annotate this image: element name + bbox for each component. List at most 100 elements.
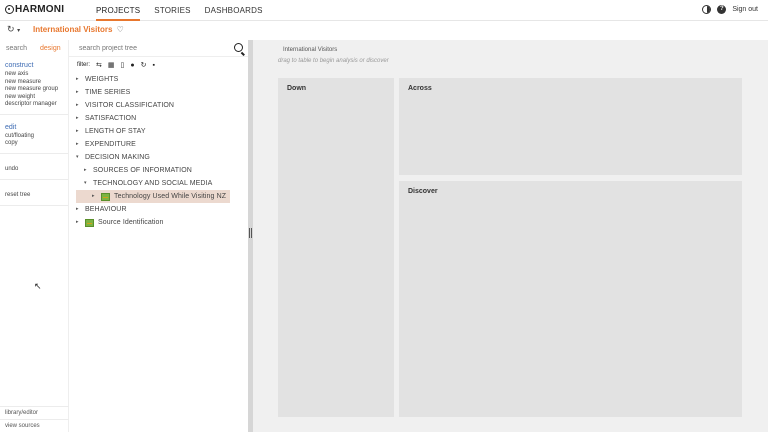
top-bar: HARMONI PROJECTS STORIES DASHBOARDS ? Si…: [0, 0, 768, 21]
left-panel-footer: library/editor view sources: [0, 406, 69, 432]
expand-arrow-icon[interactable]: ▸: [76, 216, 85, 229]
tree-item-satisfaction[interactable]: ▸ SATISFACTION: [76, 112, 248, 125]
measure-icon: [101, 192, 110, 201]
analysis-hint: drag to table to begin analysis or disco…: [278, 58, 389, 64]
favorite-heart-icon[interactable]: ♡: [117, 25, 124, 34]
tab-search[interactable]: search: [0, 40, 34, 57]
measure-icon: [85, 218, 94, 227]
expand-arrow-icon[interactable]: ▸: [76, 138, 85, 151]
new-weight-link[interactable]: new weight: [5, 94, 63, 102]
tree-item-source-identification[interactable]: ▸ Source Identification: [76, 216, 248, 229]
filter-sort-icon[interactable]: ⇆: [96, 61, 102, 69]
cut-floating-link[interactable]: cut/floating: [5, 133, 63, 141]
down-drop-zone[interactable]: Down: [278, 78, 394, 417]
undo-link[interactable]: undo: [0, 154, 68, 180]
help-icon[interactable]: ?: [717, 5, 727, 14]
down-label: Down: [287, 85, 307, 92]
across-label: Across: [408, 85, 432, 92]
across-drop-zone[interactable]: Across: [399, 78, 742, 175]
expand-arrow-icon[interactable]: ▸: [92, 190, 101, 203]
logo[interactable]: HARMONI: [5, 4, 64, 15]
collapse-arrow-icon[interactable]: ▾: [76, 151, 85, 164]
tree-item-label: Technology Used While Visiting NZ: [114, 193, 227, 200]
tree-item-behaviour[interactable]: ▸ BEHAVIOUR: [76, 203, 248, 216]
new-measure-group-link[interactable]: new measure group: [5, 86, 63, 94]
expand-arrow-icon[interactable]: ▸: [76, 86, 85, 99]
tree-search-row: [69, 40, 248, 57]
tree-item-time-series[interactable]: ▸ TIME SERIES: [76, 86, 248, 99]
view-sources-link[interactable]: view sources: [0, 419, 69, 432]
new-axis-link[interactable]: new axis: [5, 71, 63, 79]
expand-arrow-icon[interactable]: ▸: [84, 164, 93, 177]
discover-label: Discover: [408, 188, 438, 195]
tree-item-label: WEIGHTS: [85, 76, 119, 83]
left-panel: search design construct new axis new mea…: [0, 40, 69, 432]
chevron-down-icon: ▾: [17, 28, 21, 34]
tree-item-label: Source Identification: [98, 219, 164, 226]
main-nav: PROJECTS STORIES DASHBOARDS: [96, 0, 277, 21]
expand-arrow-icon[interactable]: ▸: [76, 203, 85, 216]
tree-item-technology-used[interactable]: ▸ Technology Used While Visiting NZ: [76, 190, 230, 203]
tree-item-label: TECHNOLOGY AND SOCIAL MEDIA: [93, 180, 213, 187]
tree-item-label: LENGTH OF STAY: [85, 128, 146, 135]
discover-drop-zone[interactable]: Discover: [399, 181, 742, 417]
tree-item-sources-of-information[interactable]: ▸ SOURCES OF INFORMATION: [76, 164, 248, 177]
logo-icon: [5, 5, 14, 14]
project-bar: ↻ ▾ International Visitors ♡: [0, 21, 768, 40]
copy-link[interactable]: copy: [5, 140, 63, 148]
left-panel-tabs: search design: [0, 40, 68, 57]
analysis-area: International Visitors drag to table to …: [253, 40, 768, 432]
project-tree: ▸ WEIGHTS ▸ TIME SERIES ▸ VISITOR CLASSI…: [69, 73, 248, 229]
expand-arrow-icon[interactable]: ▸: [76, 112, 85, 125]
pin-icon[interactable]: ●: [130, 62, 134, 69]
tree-item-decision-making[interactable]: ▾ DECISION MAKING: [76, 151, 248, 164]
tree-item-length-of-stay[interactable]: ▸ LENGTH OF STAY: [76, 125, 248, 138]
nav-dashboards[interactable]: DASHBOARDS: [205, 0, 263, 21]
collapse-arrow-icon[interactable]: ▾: [84, 177, 93, 190]
logo-text: HARMONI: [15, 4, 65, 15]
delete-icon[interactable]: ▪: [152, 62, 154, 69]
history-dropdown[interactable]: ↻ ▾: [7, 24, 20, 35]
tree-item-label: EXPENDITURE: [85, 141, 136, 148]
analysis-title: International Visitors: [283, 47, 338, 53]
drag-handle-icon[interactable]: [249, 228, 252, 238]
tree-item-visitor-classification[interactable]: ▸ VISITOR CLASSIFICATION: [76, 99, 248, 112]
tree-item-expenditure[interactable]: ▸ EXPENDITURE: [76, 138, 248, 151]
expand-arrow-icon[interactable]: ▸: [76, 99, 85, 112]
tree-item-weights[interactable]: ▸ WEIGHTS: [76, 73, 248, 86]
tree-item-label: BEHAVIOUR: [85, 206, 127, 213]
expand-arrow-icon[interactable]: ▸: [76, 73, 85, 86]
tree-item-technology-social-media[interactable]: ▾ TECHNOLOGY AND SOCIAL MEDIA: [76, 177, 248, 190]
descriptor-manager-link[interactable]: descriptor manager: [5, 101, 63, 109]
edit-section: edit cut/floating copy: [0, 115, 68, 154]
refresh-icon[interactable]: ↻: [141, 61, 147, 69]
tree-item-label: TIME SERIES: [85, 89, 131, 96]
sign-out-link[interactable]: Sign out: [732, 6, 758, 13]
mouse-cursor-icon: ↖: [34, 281, 42, 291]
search-icon[interactable]: [234, 43, 243, 52]
tree-search-input[interactable]: [79, 43, 229, 54]
tree-item-label: SATISFACTION: [85, 115, 137, 122]
edit-title: edit: [5, 123, 17, 131]
column-icon[interactable]: ▯: [121, 61, 125, 69]
theme-toggle-icon[interactable]: [702, 5, 712, 14]
top-right-controls: ? Sign out: [702, 5, 758, 14]
tree-item-label: DECISION MAKING: [85, 154, 150, 161]
project-title: International Visitors ♡: [33, 25, 124, 34]
nav-projects[interactable]: PROJECTS: [96, 0, 141, 21]
tree-toolbar: filter: ⇆ ▦ ▯ ● ↻ ▪: [69, 57, 248, 73]
construct-section: construct new axis new measure new measu…: [0, 57, 68, 115]
new-measure-link[interactable]: new measure: [5, 79, 63, 87]
reset-tree-link[interactable]: reset tree: [0, 180, 68, 206]
library-editor-link[interactable]: library/editor: [0, 406, 69, 419]
history-icon: ↻: [7, 24, 15, 34]
construct-title: construct: [5, 62, 34, 69]
filter-label: filter:: [77, 62, 91, 68]
tree-item-label: SOURCES OF INFORMATION: [93, 167, 192, 174]
grid-icon[interactable]: ▦: [108, 61, 115, 69]
nav-stories[interactable]: STORIES: [154, 0, 190, 21]
project-tree-panel: filter: ⇆ ▦ ▯ ● ↻ ▪ ▸ WEIGHTS ▸ TIME SER…: [69, 40, 248, 432]
tree-item-label: VISITOR CLASSIFICATION: [85, 102, 175, 109]
tab-design[interactable]: design: [34, 40, 68, 57]
expand-arrow-icon[interactable]: ▸: [76, 125, 85, 138]
